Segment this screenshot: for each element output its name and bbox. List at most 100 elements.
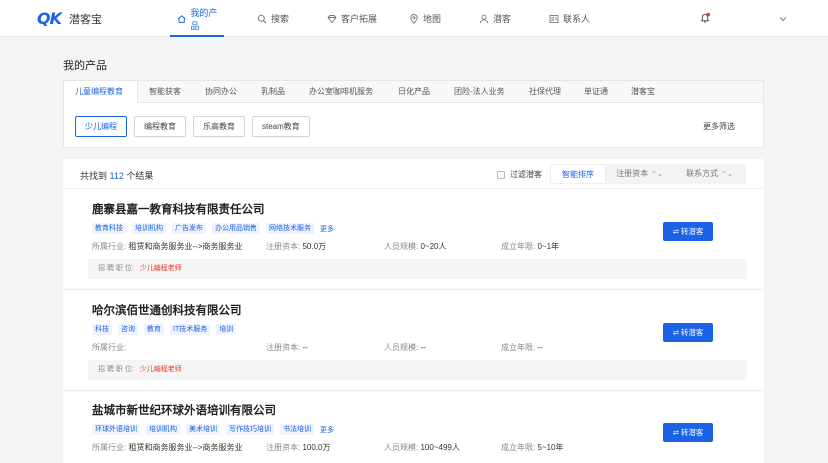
nav-my-products[interactable]: 我的产品 bbox=[170, 0, 224, 37]
nav-map[interactable]: 地图 bbox=[409, 0, 449, 37]
founded-value: 0~1年 bbox=[537, 242, 560, 251]
company-tag: 写作技巧培训 bbox=[226, 424, 274, 435]
staff-label: 人员规模: bbox=[384, 343, 419, 352]
sort-label: 联系方式 bbox=[686, 169, 719, 178]
nav-label: 客户拓展 bbox=[341, 14, 378, 24]
founded-label: 成立年限: bbox=[501, 343, 536, 352]
capital-label: 注册资本: bbox=[266, 343, 301, 352]
sort-contact[interactable]: 联系方式 ⌃⌄ bbox=[673, 164, 746, 184]
convert-prospect-button[interactable]: ⇌ 转潜客 bbox=[663, 323, 713, 342]
industry-value: 租赁和商务服务业-->商务服务业 bbox=[128, 443, 243, 452]
more-filters-link[interactable]: 更多筛选 bbox=[703, 121, 735, 132]
convert-prospect-button[interactable]: ⇌ 转潜客 bbox=[663, 222, 713, 241]
industry-value: 租赁和商务服务业-->商务服务业 bbox=[128, 242, 243, 251]
company-tags: 科技 咨询 教育 IT技术服务 培训 bbox=[92, 324, 242, 335]
job-value[interactable]: 少儿编程老师 bbox=[140, 366, 182, 373]
top-header: QK 潜客宝 我的产品 搜索 客户拓展 地图 潜客 联系人 bbox=[0, 0, 828, 37]
job-postings: 招 聘 职 位: 少儿编程老师 bbox=[88, 259, 747, 279]
sort-label: 智能排序 bbox=[562, 170, 594, 179]
company-tags: 环球外语培训 培训机构 美术培训 写作技巧培训 书法培训 更多 bbox=[92, 424, 334, 435]
subtag-button[interactable]: 少儿编程 bbox=[75, 116, 127, 137]
tags-more-link[interactable]: 更多 bbox=[320, 425, 334, 435]
company-name[interactable]: 盐城市新世纪环球外语培训有限公司 bbox=[92, 402, 276, 418]
tab-category[interactable]: 社保代理 bbox=[529, 81, 569, 103]
company-name[interactable]: 鹿寨县嘉一教育科技有限责任公司 bbox=[92, 201, 265, 217]
nav-prospects[interactable]: 潜客 bbox=[479, 0, 519, 37]
company-card: 鹿寨县嘉一教育科技有限责任公司 教育科技 培训机构 广告发布 办公用品销售 网络… bbox=[63, 190, 764, 290]
staff-field: 人员规模: -- bbox=[384, 342, 426, 353]
staff-label: 人员规模: bbox=[384, 242, 419, 251]
diamond-icon bbox=[327, 14, 337, 24]
page-title: 我的产品 bbox=[63, 60, 107, 72]
nav-label: 搜索 bbox=[271, 14, 290, 24]
staff-value: 100~499人 bbox=[420, 443, 460, 452]
nav-search[interactable]: 搜索 bbox=[257, 0, 297, 37]
found-count: 112 bbox=[109, 171, 124, 181]
tab-category[interactable]: 协同办公 bbox=[205, 81, 250, 103]
company-tag: 培训机构 bbox=[132, 223, 166, 234]
company-card: 哈尔滨佰世通创科技有限公司 科技 咨询 教育 IT技术服务 培训 所属行业: 注… bbox=[63, 290, 764, 391]
convert-prospect-button[interactable]: ⇌ 转潜客 bbox=[663, 423, 713, 442]
nav-label: 我的产品 bbox=[190, 7, 218, 31]
capital-value: 50.0万 bbox=[302, 242, 327, 251]
capital-value: -- bbox=[302, 343, 308, 352]
industry-field: 所属行业: bbox=[92, 342, 126, 353]
staff-field: 人员规模: 100~499人 bbox=[384, 442, 460, 453]
nav-customer-expansion[interactable]: 客户拓展 bbox=[327, 0, 382, 37]
tab-category[interactable]: 潜客宝 bbox=[631, 81, 661, 103]
tags-more-link[interactable]: 更多 bbox=[320, 224, 334, 234]
logo[interactable]: QK 潜客宝 bbox=[37, 9, 102, 28]
company-name[interactable]: 哈尔滨佰世通创科技有限公司 bbox=[92, 302, 242, 318]
company-tag: 科技 bbox=[92, 324, 112, 335]
company-tags: 教育科技 培训机构 广告发布 办公用品销售 网络技术服务 更多 bbox=[92, 223, 334, 234]
industry-field: 所属行业: 租赁和商务服务业-->商务服务业 bbox=[92, 241, 242, 252]
chevron-down-icon[interactable] bbox=[778, 14, 788, 24]
tab-category[interactable]: 日化产品 bbox=[398, 81, 440, 103]
tab-category[interactable]: 儿童编程教育 bbox=[64, 81, 138, 103]
founded-field: 成立年限: -- bbox=[501, 342, 543, 353]
job-label: 招 聘 职 位: bbox=[98, 366, 134, 373]
company-info: 所属行业: 注册资本: -- 人员规模: -- 成立年限: -- bbox=[92, 342, 692, 354]
founded-value: -- bbox=[537, 343, 543, 352]
nav-label: 联系人 bbox=[563, 14, 591, 24]
filter-prospects-checkbox[interactable] bbox=[497, 170, 505, 179]
founded-field: 成立年限: 5~10年 bbox=[501, 442, 564, 453]
industry-label: 所属行业: bbox=[92, 443, 127, 452]
capital-field: 注册资本: -- bbox=[266, 342, 308, 353]
capital-value: 100.0万 bbox=[302, 443, 331, 452]
sort-smart[interactable]: 智能排序 bbox=[550, 164, 606, 184]
results-panel: 共找到 112 个结果 过滤潜客 智能排序 注册资本 ⌃⌄ 联系方式 ⌃⌄ 鹿寨县嘉… bbox=[63, 159, 764, 463]
sort-capital[interactable]: 注册资本 ⌃⌄ bbox=[606, 164, 673, 184]
subtag-button[interactable]: 乐高教育 bbox=[193, 116, 245, 137]
company-tag: 办公用品销售 bbox=[212, 223, 260, 234]
tab-category[interactable]: 单证通 bbox=[584, 81, 616, 103]
capital-label: 注册资本: bbox=[266, 443, 301, 452]
tab-category[interactable]: 乳制品 bbox=[261, 81, 297, 103]
subtag-button[interactable]: steam教育 bbox=[252, 116, 310, 137]
contact-card-icon bbox=[549, 14, 559, 23]
nav-label: 潜客 bbox=[493, 14, 512, 24]
search-icon bbox=[257, 14, 267, 23]
staff-value: -- bbox=[420, 343, 426, 352]
job-label: 招 聘 职 位: bbox=[98, 265, 134, 272]
company-tag: 环球外语培训 bbox=[92, 424, 140, 435]
nav-contacts[interactable]: 联系人 bbox=[549, 0, 599, 37]
staff-field: 人员规模: 0~20人 bbox=[384, 241, 447, 252]
logo-mark: QK bbox=[37, 9, 62, 28]
job-value[interactable]: 少儿编程老师 bbox=[140, 265, 182, 272]
capital-field: 注册资本: 50.0万 bbox=[266, 241, 326, 252]
tab-category[interactable]: 团险-法人业务 bbox=[454, 81, 516, 103]
notification-bell-icon[interactable] bbox=[699, 12, 711, 24]
company-tag: 培训机构 bbox=[146, 424, 180, 435]
subtag-button[interactable]: 编程教育 bbox=[134, 116, 186, 137]
job-postings: 招 聘 职 位: 少儿编程老师 bbox=[88, 360, 747, 380]
category-tabs: 儿童编程教育 智能获客 协同办公 乳制品 办公室咖啡机服务 日化产品 团险-法人… bbox=[64, 81, 763, 103]
staff-value: 0~20人 bbox=[420, 242, 447, 251]
user-icon bbox=[479, 14, 489, 23]
tab-category[interactable]: 办公室咖啡机服务 bbox=[309, 81, 384, 103]
tab-category[interactable]: 智能获客 bbox=[149, 81, 193, 103]
founded-value: 5~10年 bbox=[537, 443, 564, 452]
filter-panel: 儿童编程教育 智能获客 协同办公 乳制品 办公室咖啡机服务 日化产品 团险-法人… bbox=[63, 80, 764, 148]
founded-label: 成立年限: bbox=[501, 242, 536, 251]
filter-prospects-toggle[interactable]: 过滤潜客 bbox=[497, 169, 542, 180]
